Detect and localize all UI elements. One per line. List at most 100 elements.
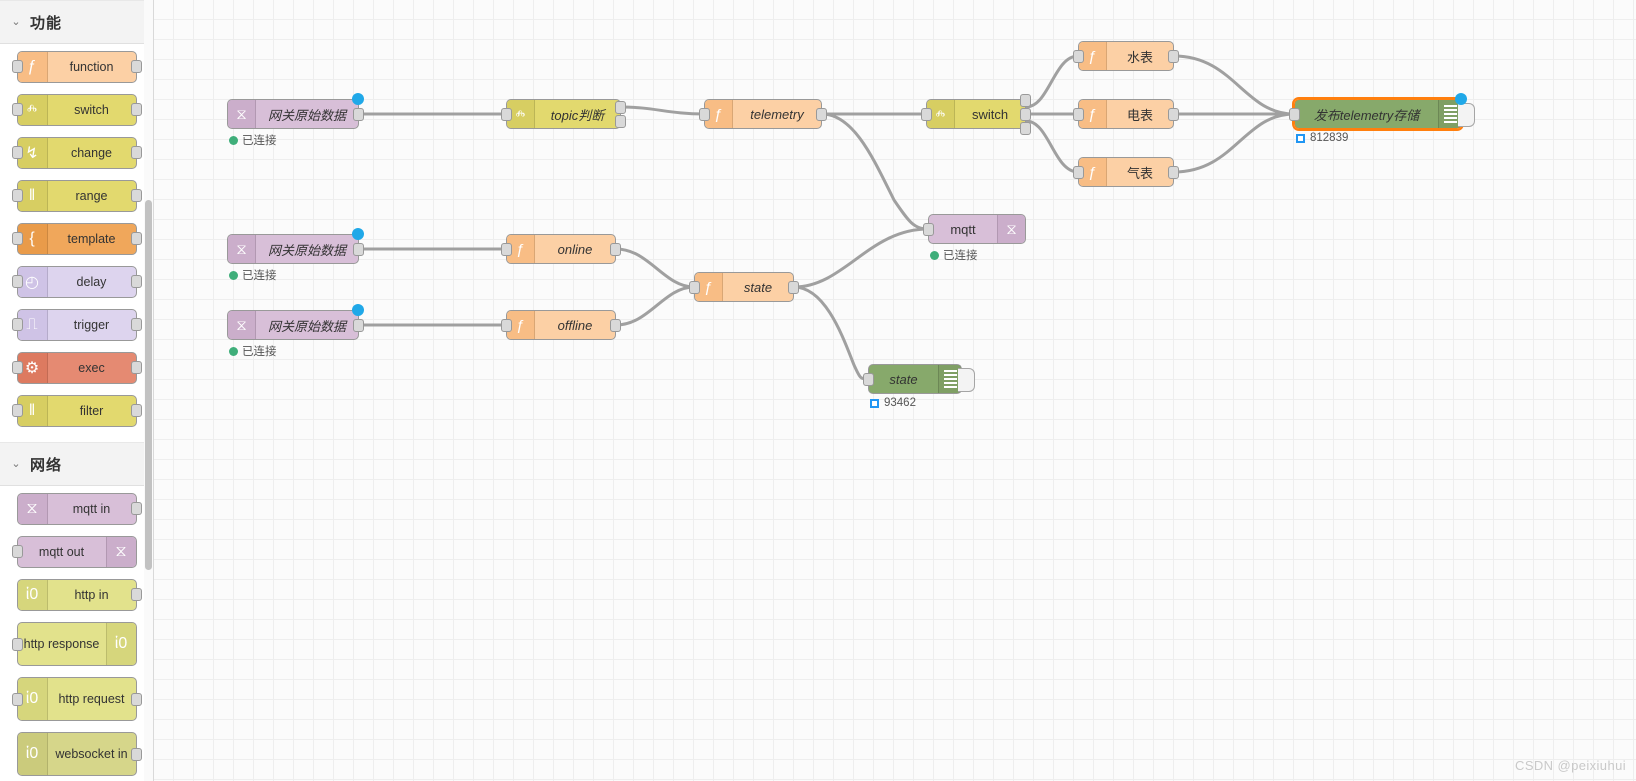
node-status-text: 812839 (1310, 132, 1349, 144)
palette-node-list: ƒ function ⰾ switch ↯ change ‖ range {template ◴ d… (0, 44, 153, 442)
node-input-port[interactable] (11, 189, 23, 202)
node-red-editor: ⌄ 功能 ƒ function ⰾ switch ↯ change ‖ range {templat… (0, 0, 1636, 781)
node-input-port[interactable] (1073, 166, 1084, 179)
flow-node-gas-meter[interactable]: ƒ 气表 (1073, 157, 1179, 187)
node-output-port[interactable] (1168, 108, 1179, 121)
node-output-port[interactable] (130, 588, 142, 601)
mqtt-signal-icon: ⧖ (997, 215, 1025, 243)
palette-node-http-response[interactable]: ἱ0 http response (11, 622, 137, 666)
node-output-port[interactable] (353, 108, 364, 121)
node-input-port[interactable] (863, 373, 874, 386)
flow-node-state-fn[interactable]: ƒ state (689, 272, 799, 302)
node-input-port[interactable] (1289, 108, 1300, 121)
node-output-port[interactable] (130, 318, 142, 331)
node-output-port[interactable] (130, 189, 142, 202)
flow-node-label: switch (971, 106, 1009, 122)
flow-node-switch-main[interactable]: ⰾ switch (921, 94, 1031, 135)
palette-node-mqtt-in[interactable]: ⧖ mqtt in (16, 493, 142, 525)
node-output-port[interactable] (130, 146, 142, 159)
flow-node-water-meter[interactable]: ƒ 水表 (1073, 41, 1179, 71)
flow-node-mqtt-out[interactable]: ⧖ mqtt (923, 214, 1026, 244)
node-input-port[interactable] (11, 318, 23, 331)
node-output-port[interactable] (1020, 108, 1031, 121)
node-output-port[interactable] (1168, 50, 1179, 63)
node-output-port[interactable] (615, 115, 626, 128)
node-input-port[interactable] (11, 361, 23, 374)
node-input-port[interactable] (501, 108, 512, 121)
node-output-port[interactable] (1020, 122, 1031, 135)
node-input-port[interactable] (11, 232, 23, 245)
palette-node-delay[interactable]: ◴ delay (11, 266, 142, 298)
debug-toggle-button[interactable] (958, 368, 975, 392)
node-output-port[interactable] (788, 281, 799, 294)
node-input-port[interactable] (11, 60, 23, 73)
flow-node-label: 电表 (1126, 107, 1153, 123)
node-output-port[interactable] (130, 103, 142, 116)
node-output-port[interactable] (130, 748, 142, 761)
palette-node-change[interactable]: ↯ change (11, 137, 142, 169)
node-input-port[interactable] (1073, 50, 1084, 63)
palette-category-network[interactable]: ⌄ 网络 (0, 442, 153, 486)
node-output-port[interactable] (1020, 94, 1031, 107)
node-input-port[interactable] (501, 243, 512, 256)
node-input-port[interactable] (11, 545, 23, 558)
palette-scrollbar-thumb[interactable] (145, 200, 152, 570)
node-output-port[interactable] (130, 232, 142, 245)
palette-node-label: delay (76, 274, 107, 289)
flow-node-debug-tel[interactable]: 发布telemetry存储 (1289, 97, 1475, 131)
node-input-port[interactable] (501, 319, 512, 332)
palette-node-mqtt-out[interactable]: ⧖ mqtt out (11, 536, 137, 568)
palette-node-http-request[interactable]: ἱ0 http request (11, 677, 142, 721)
node-output-port[interactable] (816, 108, 827, 121)
node-input-port[interactable] (11, 103, 23, 116)
node-output-port[interactable] (353, 243, 364, 256)
node-output-port[interactable] (130, 404, 142, 417)
status-dot-icon (229, 270, 238, 280)
palette-category-label: 网络 (30, 456, 63, 474)
node-input-port[interactable] (11, 638, 23, 651)
node-input-port[interactable] (1073, 108, 1084, 121)
flow-node-elec-meter[interactable]: ƒ 电表 (1073, 99, 1179, 129)
flow-node-debug-state[interactable]: state (863, 364, 975, 394)
node-input-port[interactable] (689, 281, 700, 294)
palette-node-range[interactable]: ‖ range (11, 180, 142, 212)
palette-node-switch[interactable]: ⰾ switch (11, 94, 142, 126)
palette-node-function[interactable]: ƒ function (11, 51, 142, 83)
palette-category-function[interactable]: ⌄ 功能 (0, 0, 153, 44)
node-input-port[interactable] (11, 146, 23, 159)
flow-node-mqtt-in-1[interactable]: ⧖ 网关原始数据 (227, 99, 364, 129)
node-output-port[interactable] (1168, 166, 1179, 179)
palette-node-template[interactable]: {template (11, 223, 142, 255)
node-output-port[interactable] (130, 275, 142, 288)
node-input-port[interactable] (11, 275, 23, 288)
flow-node-offline-fn[interactable]: ƒ offline (501, 310, 621, 340)
palette-node-filter[interactable]: ‖ filter (11, 395, 142, 427)
node-output-port[interactable] (610, 243, 621, 256)
node-output-port[interactable] (130, 361, 142, 374)
node-output-port[interactable] (353, 319, 364, 332)
palette-scrollbar-track[interactable] (144, 0, 153, 781)
debug-toggle-button[interactable] (1458, 103, 1475, 127)
node-output-port[interactable] (130, 693, 142, 706)
palette-node-websocket-in[interactable]: ἱ0 websocket in (16, 732, 142, 776)
flow-node-topic-judge[interactable]: ⰾ topic判断 (501, 99, 626, 129)
flow-node-telemetry[interactable]: ƒ telemetry (699, 99, 827, 129)
palette-node-http-in[interactable]: ἱ0 http in (16, 579, 142, 611)
palette-node-label: trigger (73, 317, 110, 332)
node-input-port[interactable] (921, 108, 932, 121)
flow-node-online-fn[interactable]: ƒ online (501, 234, 621, 264)
node-input-port[interactable] (11, 404, 23, 417)
palette-node-exec[interactable]: ⚙ exec (11, 352, 142, 384)
palette-node-trigger[interactable]: ⎍ trigger (11, 309, 142, 341)
palette-sidebar[interactable]: ⌄ 功能 ƒ function ⰾ switch ↯ change ‖ range {templat… (0, 0, 154, 781)
node-input-port[interactable] (699, 108, 710, 121)
node-output-port[interactable] (615, 101, 626, 114)
node-output-port[interactable] (610, 319, 621, 332)
node-output-port[interactable] (130, 502, 142, 515)
node-input-port[interactable] (11, 693, 23, 706)
node-output-port[interactable] (130, 60, 142, 73)
flow-canvas[interactable]: ⧖ 网关原始数据 已连接 ⰾ topic判断 ƒ telemetry ⰾ switch ƒ 水表 ƒ 电… (154, 0, 1636, 781)
flow-node-mqtt-in-2[interactable]: ⧖ 网关原始数据 (227, 234, 364, 264)
flow-node-mqtt-in-3[interactable]: ⧖ 网关原始数据 (227, 310, 364, 340)
node-input-port[interactable] (923, 223, 934, 236)
